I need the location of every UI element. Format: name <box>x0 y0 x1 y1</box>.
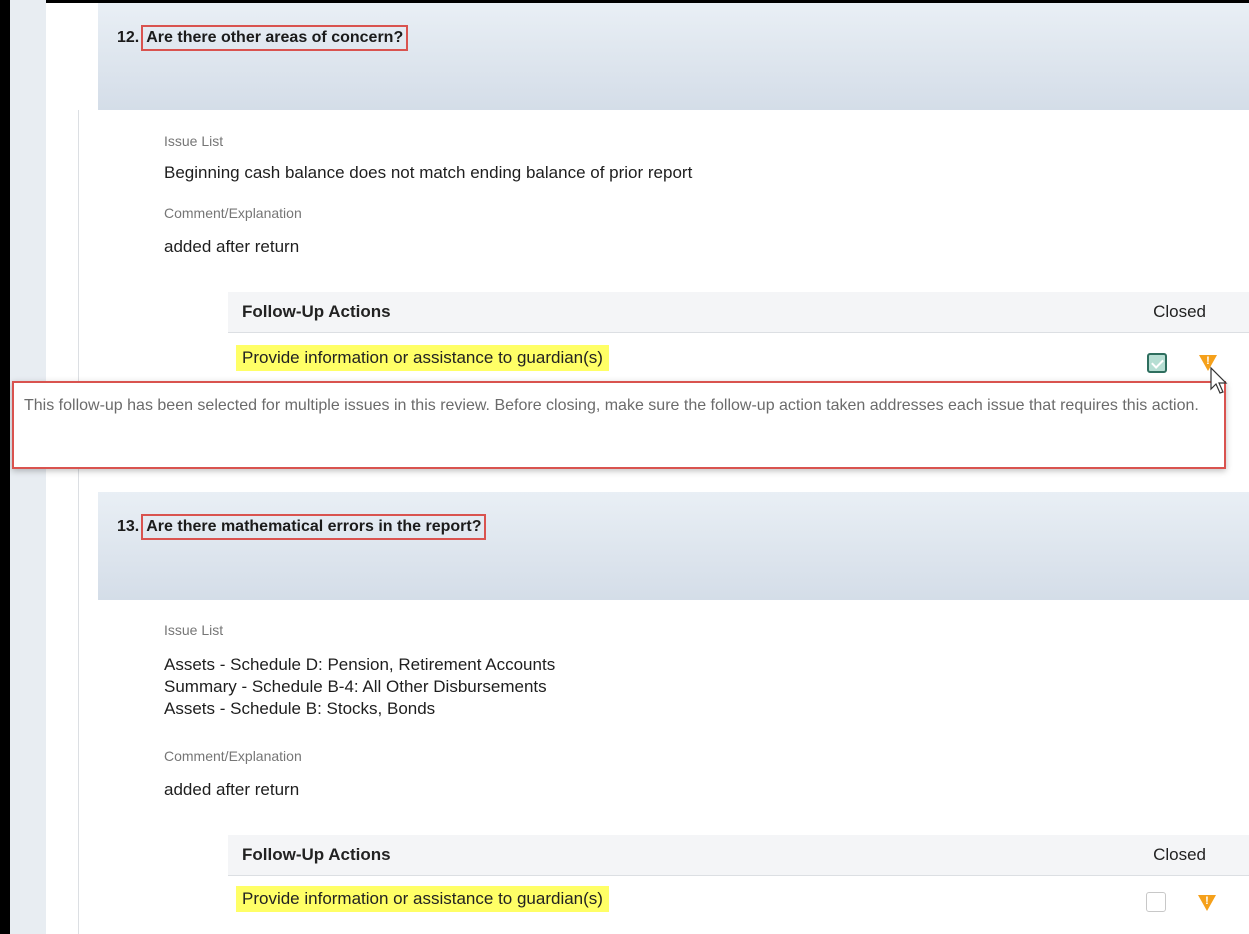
followup-actions-header: Follow-Up Actions <box>242 302 391 321</box>
followup-actions-header: Follow-Up Actions <box>242 845 391 864</box>
followup-action-text: Provide information or assistance to gua… <box>236 345 609 371</box>
question-title: 12. Are there other areas of concern? <box>117 25 409 51</box>
issue-list-label: Issue List <box>164 622 224 638</box>
closed-checkbox[interactable] <box>1146 892 1166 912</box>
followup-table-header: Follow-Up Actions Closed <box>228 835 1249 876</box>
followup-action-text: Provide information or assistance to gua… <box>236 886 609 912</box>
question-number: 13. <box>117 518 140 535</box>
question-title: 13. Are there mathematical errors in the… <box>117 514 487 540</box>
multiple-issues-tooltip: This follow-up has been selected for mul… <box>12 381 1226 469</box>
comment-value: added after return <box>164 237 300 256</box>
followup-row: Provide information or assistance to gua… <box>228 876 1249 924</box>
question-number: 12. <box>117 29 140 46</box>
comment-value: added after return <box>164 780 300 799</box>
comment-label: Comment/Explanation <box>164 748 302 764</box>
warning-icon[interactable]: ! <box>1198 895 1216 911</box>
issue-list-label: Issue List <box>164 133 224 149</box>
followup-row: Provide information or assistance to gua… <box>228 333 1249 381</box>
indent-divider <box>78 110 79 934</box>
comment-label: Comment/Explanation <box>164 205 302 221</box>
window-left-border <box>0 0 10 934</box>
issue-item: Beginning cash balance does not match en… <box>164 163 693 182</box>
pointer-cursor-icon <box>1210 366 1228 394</box>
issue-item: Assets - Schedule B: Stocks, Bonds <box>164 699 436 718</box>
followup-table-header: Follow-Up Actions Closed <box>228 292 1249 333</box>
issue-item: Assets - Schedule D: Pension, Retirement… <box>164 655 556 674</box>
question-text: Are there mathematical errors in the rep… <box>141 514 487 540</box>
closed-header: Closed <box>1153 845 1206 864</box>
question-header: 13. Are there mathematical errors in the… <box>98 492 1249 600</box>
closed-header: Closed <box>1153 302 1206 321</box>
issue-item: Summary - Schedule B-4: All Other Disbur… <box>164 677 547 696</box>
closed-checkbox[interactable] <box>1147 353 1167 373</box>
question-text: Are there other areas of concern? <box>141 25 409 51</box>
question-header: 12. Are there other areas of concern? <box>98 3 1249 110</box>
